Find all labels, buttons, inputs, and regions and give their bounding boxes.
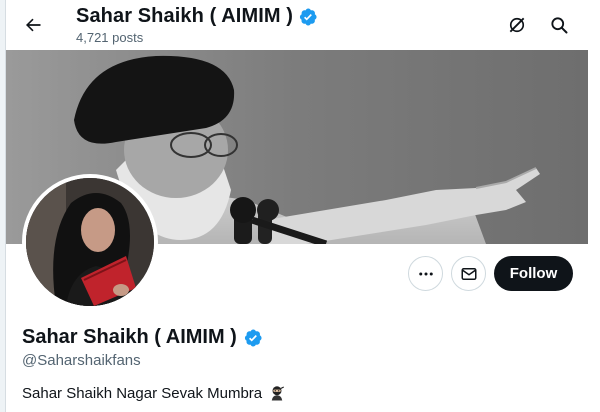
back-button[interactable]	[16, 8, 50, 42]
envelope-icon	[461, 267, 476, 280]
profile-handle: @Saharshaikfans	[22, 352, 141, 369]
ellipsis-icon	[418, 272, 433, 275]
profile-header-bar: Sahar Shaikh ( AIMIM ) 4,721 posts	[6, 0, 600, 50]
posts-count: 4,721 posts	[76, 30, 144, 45]
header-title: Sahar Shaikh ( AIMIM )	[76, 5, 294, 27]
profile-display-name: Sahar Shaikh ( AIMIM )	[22, 326, 237, 348]
verified-badge-icon[interactable]	[243, 328, 263, 348]
search-button[interactable]	[542, 8, 576, 42]
search-icon	[551, 17, 568, 34]
arrow-left-icon	[26, 18, 41, 32]
follow-button[interactable]: Follow	[494, 256, 573, 291]
avatar-photo	[26, 178, 154, 306]
verified-badge-icon	[299, 8, 317, 25]
grok-button[interactable]	[500, 8, 534, 42]
header-title-block: Sahar Shaikh ( AIMIM ) 4,721 posts	[76, 5, 318, 45]
profile-avatar[interactable]	[22, 174, 158, 310]
bio-text: Sahar Shaikh Nagar Sevak Mumbra	[22, 384, 263, 402]
profile-name-row: Sahar Shaikh ( AIMIM )	[22, 326, 263, 349]
message-button[interactable]	[451, 256, 486, 291]
more-options-button[interactable]	[408, 256, 443, 291]
profile-bio: Sahar Shaikh Nagar Sevak Mumbra	[22, 384, 286, 402]
grok-icon	[509, 17, 525, 33]
ninja-emoji	[271, 386, 285, 401]
